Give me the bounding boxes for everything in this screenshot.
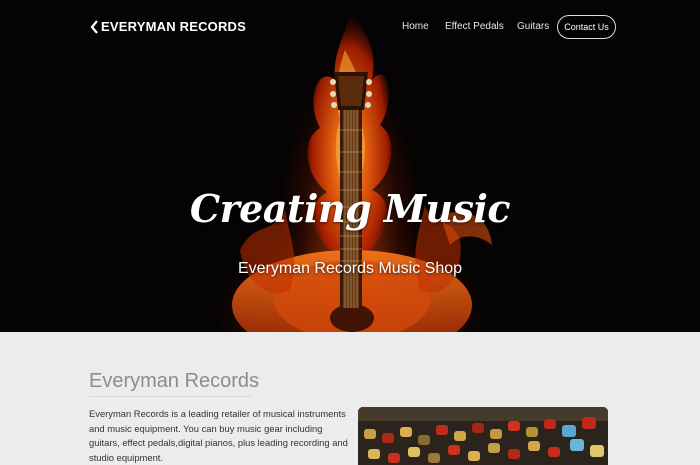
- nav-link-home[interactable]: Home: [402, 21, 429, 32]
- chevron-left-icon: [90, 19, 98, 34]
- about-description: Everyman Records is a leading retailer o…: [89, 408, 348, 463]
- brand-name: EVERYMAN RECORDS: [101, 19, 247, 34]
- hero-banner: EVERYMAN RECORDS Home Effect Pedals Guit…: [0, 0, 700, 332]
- contact-us-button[interactable]: Contact Us: [557, 15, 616, 39]
- top-navbar: EVERYMAN RECORDS Home Effect Pedals Guit…: [0, 0, 700, 56]
- mixing-console-image: [358, 407, 608, 465]
- section-heading: Everyman Records: [89, 370, 260, 392]
- nav-link-guitars[interactable]: Guitars: [517, 21, 549, 32]
- nav-link-effect-pedals[interactable]: Effect Pedals: [445, 21, 504, 32]
- hero-subtitle: Everyman Records Music Shop: [237, 260, 463, 277]
- heading-divider: [89, 396, 251, 397]
- about-section: Everyman Records Everyman Records is a l…: [0, 332, 700, 465]
- brand-logo-link[interactable]: EVERYMAN RECORDS: [90, 19, 246, 34]
- hero-title: Creating Music: [189, 186, 511, 231]
